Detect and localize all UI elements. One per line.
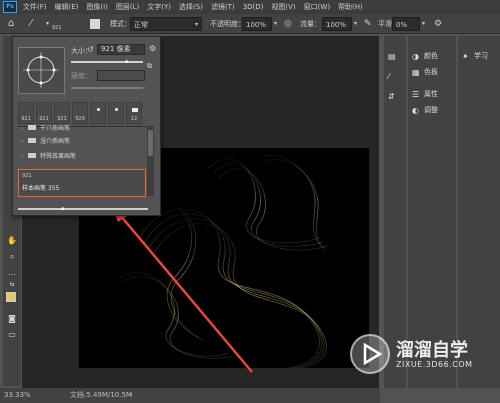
- recent-brush[interactable]: 921: [36, 102, 52, 124]
- lightbulb-icon: ✦: [462, 52, 469, 61]
- brush-dot-icon: [115, 108, 118, 111]
- chevron-right-icon: ›: [21, 125, 24, 132]
- preview-size-slider[interactable]: [18, 208, 148, 210]
- panel-swatches[interactable]: ▦ 色板: [412, 66, 438, 78]
- recent-brush[interactable]: [90, 102, 106, 124]
- panel-color-label: 颜色: [424, 52, 438, 60]
- brush-square-icon: [132, 108, 138, 112]
- recent-brush-size: 929: [75, 116, 85, 122]
- brush-folder-label: 特殊效果画笔: [40, 153, 77, 160]
- reset-size-icon[interactable]: ↺: [87, 45, 94, 54]
- popup-gear-icon[interactable]: ⚙: [149, 44, 156, 53]
- brush-folder-label: 湿介质画笔: [40, 138, 71, 145]
- swatches-icon: ▦: [412, 68, 420, 77]
- recent-brush-size: 921: [39, 116, 49, 122]
- color-icon: ◑: [412, 52, 419, 61]
- history-icon[interactable]: ▤: [388, 50, 400, 62]
- selected-brush[interactable]: 921 样本画笔 355: [18, 169, 146, 197]
- brush-settings-icon[interactable]: ⁄: [388, 70, 400, 82]
- hardness-label: 硬度：: [71, 72, 92, 80]
- recent-brushes: 921 921 921 929 12: [18, 102, 148, 124]
- watermark-url: ZIXUE.3D66.COM: [396, 360, 473, 369]
- size-field[interactable]: 921 像素: [97, 44, 145, 55]
- recent-brush[interactable]: 921: [54, 102, 70, 124]
- scrollbar-thumb[interactable]: [148, 130, 153, 156]
- panel-color[interactable]: ◑ 颜色: [412, 50, 438, 62]
- hardness-field: [97, 70, 145, 81]
- status-bar: 33.33% 文档:5.49M/10.5M ›: [0, 388, 380, 403]
- panel-properties-label: 属性: [424, 90, 438, 98]
- play-triangle-icon: [363, 342, 383, 366]
- watermark: 溜溜自学 ZIXUE.3D66.COM: [350, 330, 480, 390]
- brush-dot-icon: [97, 108, 100, 111]
- recent-brush[interactable]: [108, 102, 124, 124]
- brush-tip-preview[interactable]: [18, 47, 65, 94]
- watermark-title: 溜溜自学: [396, 340, 468, 361]
- status-chevron-icon[interactable]: ›: [130, 388, 133, 403]
- recent-brush-size: 921: [21, 116, 31, 122]
- folder-icon: [28, 153, 36, 158]
- size-slider[interactable]: [71, 61, 143, 63]
- chevron-right-icon: ›: [21, 138, 24, 145]
- recent-brush[interactable]: 921: [18, 102, 34, 124]
- panel-learn[interactable]: ✦ 学习: [462, 50, 488, 62]
- recent-brush-size: 12: [130, 116, 138, 122]
- properties-icon: ☰: [412, 90, 420, 99]
- zoom-level[interactable]: 33.33%: [4, 388, 31, 403]
- document-size: 文档:5.49M/10.5M: [70, 391, 132, 399]
- recent-brush[interactable]: 929: [72, 102, 88, 124]
- selected-brush-size: 921: [22, 173, 32, 179]
- brush-list-scrollbar[interactable]: [147, 126, 154, 196]
- adjust-icon[interactable]: ⇵: [388, 90, 400, 102]
- new-preset-icon[interactable]: ⧉: [147, 62, 152, 71]
- chevron-right-icon: ›: [21, 153, 24, 160]
- recent-brush-size: 921: [57, 116, 67, 122]
- panel-swatches-label: 色板: [424, 68, 438, 76]
- selected-brush-name: 样本画笔 355: [22, 185, 60, 192]
- hardness-slider: [71, 87, 143, 89]
- panel-learn-label: 学习: [474, 52, 488, 60]
- photoshop-window: Ps 文件(F) 编辑(E) 图像(I) 图层(L) 文字(Y) 选择(S) 滤…: [0, 0, 500, 403]
- brush-preset-picker: 大小： ↺ 921 像素 ⚙ ▴ ⧉ 硬度： 921 921 921 929 1…: [12, 36, 161, 216]
- brush-folder[interactable]: › 干介质画笔: [18, 125, 146, 133]
- folder-icon: [28, 138, 36, 143]
- panel-adjustments[interactable]: ◐ 调整: [412, 104, 438, 116]
- recent-brush[interactable]: 12: [126, 102, 142, 124]
- brush-list: › 干介质画笔 › 湿介质画笔 › 特殊效果画笔 921 样本画笔 355: [18, 125, 146, 197]
- brush-folder[interactable]: › 湿介质画笔: [18, 136, 146, 148]
- adjustments-icon: ◐: [412, 106, 419, 115]
- panel-adjustments-label: 调整: [424, 106, 438, 114]
- brush-folder[interactable]: › 特殊效果画笔: [18, 151, 146, 163]
- panel-properties[interactable]: ☰ 属性: [412, 88, 438, 100]
- brush-folder-label: 干介质画笔: [40, 125, 71, 132]
- brush-angle-icon: [23, 52, 59, 88]
- play-logo-icon: [350, 334, 390, 374]
- folder-icon: [28, 125, 36, 130]
- preview-size-thumb[interactable]: ▴: [61, 204, 65, 212]
- size-slider-thumb[interactable]: ▴: [125, 57, 129, 65]
